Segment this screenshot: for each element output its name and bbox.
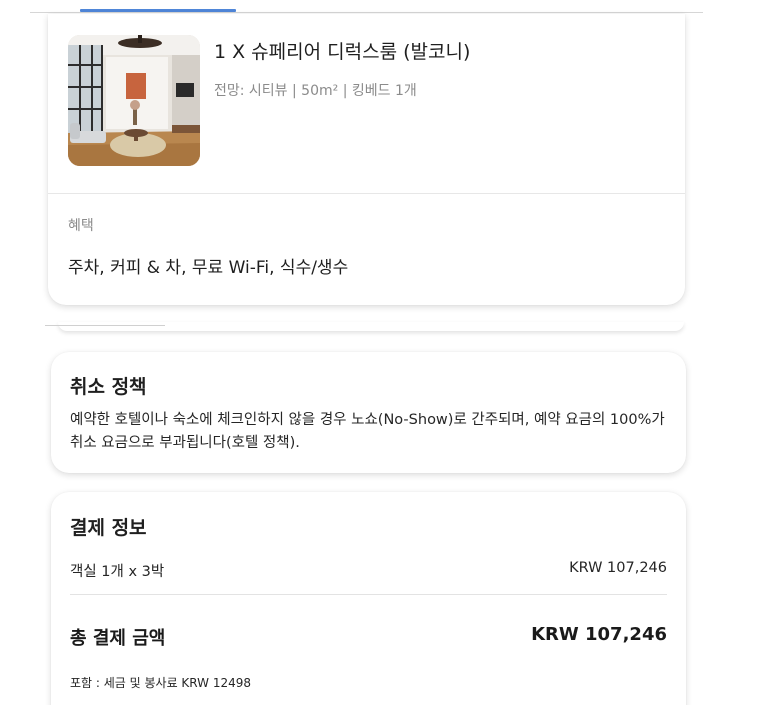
payment-title: 결제 정보 — [70, 517, 147, 539]
cancellation-policy-card: 취소 정책 예약한 호텔이나 숙소에 체크인하지 않을 경우 노쇼(No-Sho… — [51, 352, 686, 473]
short-divider — [45, 325, 165, 326]
cancellation-title: 취소 정책 — [70, 376, 147, 398]
payment-divider — [70, 594, 667, 595]
room-charge-amount: KRW 107,246 — [569, 560, 667, 576]
payment-info-card: 결제 정보 객실 1개 x 3박 KRW 107,246 총 결제 금액 KRW… — [51, 492, 686, 705]
room-photo-image — [68, 35, 200, 166]
benefits-label: 혜택 — [68, 218, 94, 234]
total-label: 총 결제 금액 — [70, 628, 166, 649]
room-card: 1 X 슈페리어 디럭스룸 (발코니) 전망: 시티뷰 | 50m² | 킹베드… — [48, 14, 685, 305]
top-divider — [30, 12, 703, 13]
room-title: 1 X 슈페리어 디럭스룸 (발코니) — [214, 41, 471, 63]
collapsed-card-edge — [58, 322, 684, 331]
benefits-value: 주차, 커피 & 차, 무료 Wi-Fi, 식수/생수 — [68, 258, 349, 278]
room-photo[interactable] — [68, 35, 200, 166]
room-details: 전망: 시티뷰 | 50m² | 킹베드 1개 — [214, 83, 417, 99]
booking-summary-page: 1 X 슈페리어 디럭스룸 (발코니) 전망: 시티뷰 | 50m² | 킹베드… — [0, 0, 773, 705]
cancellation-text: 예약한 호텔이나 숙소에 체크인하지 않을 경우 노쇼(No-Show)로 간주… — [70, 412, 665, 451]
room-charge-label: 객실 1개 x 3박 — [70, 564, 165, 580]
total-amount: KRW 107,246 — [531, 624, 667, 645]
room-divider — [48, 193, 685, 194]
active-tab-indicator — [80, 9, 236, 12]
tax-note: 포함 : 세금 및 봉사료 KRW 12498 — [70, 676, 252, 690]
